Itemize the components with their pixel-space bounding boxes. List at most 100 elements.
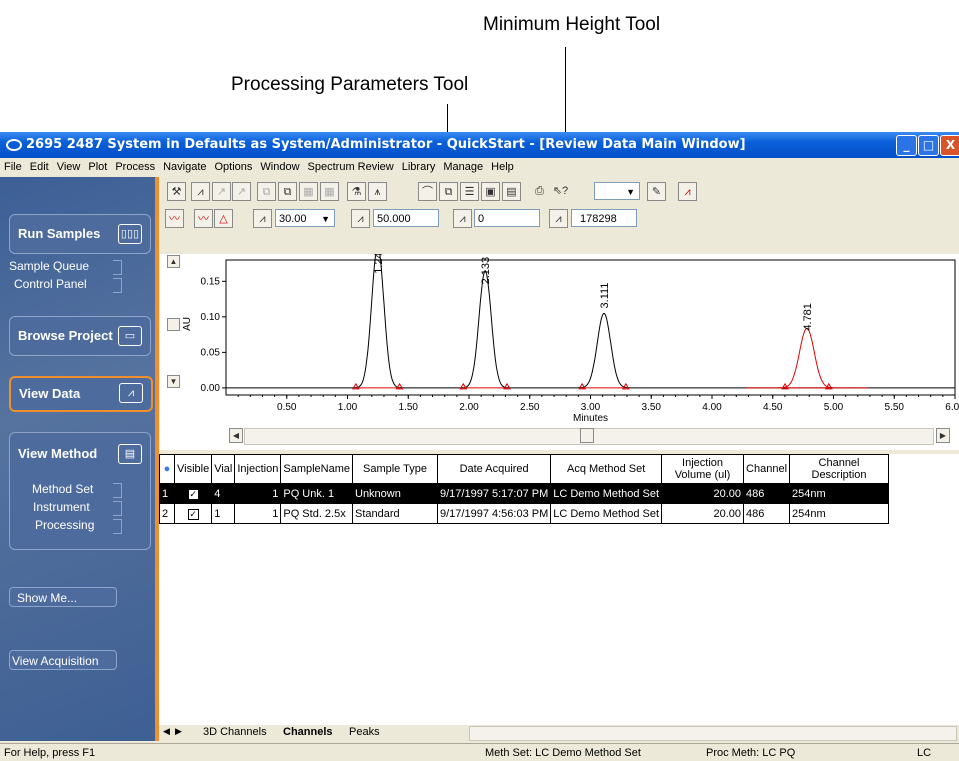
menu-process[interactable]: Process [111, 158, 159, 173]
minimum-height-icon[interactable]: ⩘ [549, 209, 568, 228]
view-data-button[interactable]: View Data ⩘ [9, 376, 153, 412]
menu-help[interactable]: Help [487, 158, 518, 173]
visible-checkbox[interactable]: ✓ [173, 483, 213, 504]
close-button[interactable]: X [940, 135, 959, 156]
menu-plot[interactable]: Plot [84, 158, 111, 173]
menu-window[interactable]: Window [256, 158, 303, 173]
minimum-area-icon[interactable]: ⩘ [453, 209, 472, 228]
menu-file[interactable]: File [0, 158, 26, 173]
normalize-icon[interactable]: △ [214, 209, 233, 228]
col-header[interactable]: Channel [743, 454, 791, 484]
menu-manage[interactable]: Manage [439, 158, 487, 173]
overlay-icon[interactable]: ⩘ [678, 182, 697, 201]
col-header[interactable]: Sample Type [352, 454, 438, 484]
view-acquisition-button[interactable]: View Acquisition [9, 650, 117, 670]
tabs-scrollbar[interactable] [469, 726, 957, 741]
title-bar[interactable]: 2695 2487 System in Defaults as System/A… [0, 132, 959, 158]
minimum-height-field[interactable]: 178298 [571, 209, 637, 227]
menu-spectrum-review[interactable]: Spectrum Review [304, 158, 398, 173]
method-set-item[interactable]: Method Set [32, 482, 93, 496]
status-help: For Help, press F1 [4, 747, 96, 759]
menu-library[interactable]: Library [398, 158, 440, 173]
integrate-icon[interactable]: ⩘ [191, 182, 210, 201]
tab-channels[interactable]: Channels [283, 726, 333, 738]
overlay-plot-icon[interactable]: 〰 [165, 209, 184, 228]
x-tick-label: 1.50 [399, 402, 419, 413]
minimize-button[interactable]: _ [896, 135, 917, 156]
menu-navigate[interactable]: Navigate [159, 158, 210, 173]
tab-nav-right-icon[interactable]: ▶ [175, 726, 182, 737]
scroll-down-arrow[interactable]: ▼ [167, 375, 180, 388]
tab-peaks[interactable]: Peaks [349, 726, 380, 738]
peak-label: 1.249 [373, 254, 385, 274]
col-header[interactable]: Visible [173, 454, 213, 484]
tool-icon[interactable]: ⚒ [167, 182, 186, 201]
instrument-box [113, 501, 122, 516]
vertical-scroll-thumb[interactable] [167, 318, 180, 331]
browse-project-button[interactable]: Browse Project ▭ [9, 316, 151, 356]
col-header[interactable]: SampleName [280, 454, 353, 484]
sample-queue-item[interactable]: Sample Queue [9, 259, 89, 273]
window-title: 2695 2487 System in Defaults as System/A… [26, 137, 746, 152]
scroll-up-arrow[interactable]: ▲ [167, 255, 180, 268]
control-panel-item[interactable]: Control Panel [14, 277, 87, 291]
menu-options[interactable]: Options [211, 158, 257, 173]
menu-edit[interactable]: Edit [26, 158, 53, 173]
tab-nav-left-icon[interactable]: ◀ [163, 726, 170, 737]
processing-item[interactable]: Processing [35, 518, 94, 532]
minimum-area-field[interactable]: 0 [474, 209, 540, 227]
disabled-tool-icon: ⧉ [257, 182, 276, 201]
peak-width-icon[interactable]: ⩘ [253, 209, 272, 228]
stack-plot-icon[interactable]: 〰 [194, 209, 213, 228]
help-pointer-icon[interactable]: ⇖? [551, 182, 570, 201]
y-tick-label: 0.05 [201, 347, 221, 358]
show-me-button[interactable]: Show Me... [9, 587, 117, 607]
menu-view[interactable]: View [53, 158, 85, 173]
results-table-area: ● Visible Vial Injection SampleName Samp… [159, 454, 959, 725]
chromatogram-plot[interactable]: 0.50 1.00 1.50 2.00 2.50 3.00 3.50 4.00 4.50 5.00… [160, 254, 959, 450]
eraser-icon[interactable]: ✎ [647, 182, 666, 201]
col-header[interactable]: Channel Description [789, 454, 890, 484]
threshold-field[interactable]: 50.000 [373, 209, 439, 227]
disabled-tool-icon: ↗ [212, 182, 231, 201]
spectrum-icon[interactable]: ⩚ [368, 182, 387, 201]
col-header[interactable]: Vial [211, 454, 236, 484]
run-samples-button[interactable]: Run Samples ▯▯▯ [9, 214, 151, 254]
sample-queue-box [113, 260, 122, 275]
peak-width-field[interactable]: 30.00 ▼ [275, 209, 335, 227]
scroll-right-arrow[interactable]: ▶ [936, 428, 950, 443]
threshold-icon[interactable]: ⩘ [351, 209, 370, 228]
processing-box [113, 519, 122, 534]
maximize-button[interactable]: □ [918, 135, 939, 156]
control-panel-box [113, 278, 122, 293]
col-header[interactable]: Injection [234, 454, 282, 484]
list-icon[interactable]: ☰ [460, 182, 479, 201]
library-icon[interactable]: ⚗ [347, 182, 366, 201]
scroll-left-arrow[interactable]: ◀ [229, 428, 243, 443]
horizontal-scroll-thumb[interactable] [580, 428, 594, 443]
col-header[interactable]: Date Acquired [436, 454, 552, 484]
tool-dropdown[interactable]: ▼ [594, 182, 640, 200]
image-icon[interactable]: ▣ [481, 182, 500, 201]
col-header[interactable]: Acq Method Set [550, 454, 663, 484]
processing-parameters-icon[interactable]: ⌒ [418, 182, 437, 201]
copy-icon[interactable]: ⧉ [439, 182, 458, 201]
table-row[interactable]: 1 ✓ 4 1 PQ Unk. 1 Unknown 9/17/1997 5:17… [159, 483, 890, 504]
print-icon[interactable]: ⎙ [530, 182, 549, 201]
y-tick-label: 0.10 [201, 312, 221, 323]
report-icon[interactable]: ▤ [502, 182, 521, 201]
x-tick-label: 4.50 [763, 402, 783, 413]
instrument-item[interactable]: Instrument [33, 500, 90, 514]
x-tick-label: 0.50 [277, 402, 297, 413]
peak-label: 2.133 [480, 257, 492, 285]
disabled-tool-icon: ↗ [232, 182, 251, 201]
channel-desc-cell: 254nm [789, 483, 890, 504]
x-axis-label: Minutes [573, 413, 608, 424]
calibrate-icon[interactable]: ⧉ [278, 182, 297, 201]
chromatogram-trace [226, 254, 955, 389]
tab-3d-channels[interactable]: 3D Channels [203, 726, 267, 738]
visible-checkbox[interactable]: ✓ [173, 503, 213, 524]
col-header[interactable]: Injection Volume (ul) [661, 454, 745, 484]
select-all-icon[interactable]: ● [159, 454, 175, 484]
table-row[interactable]: 2 ✓ 1 1 PQ Std. 2.5x Standard 9/17/1997 … [159, 503, 890, 524]
